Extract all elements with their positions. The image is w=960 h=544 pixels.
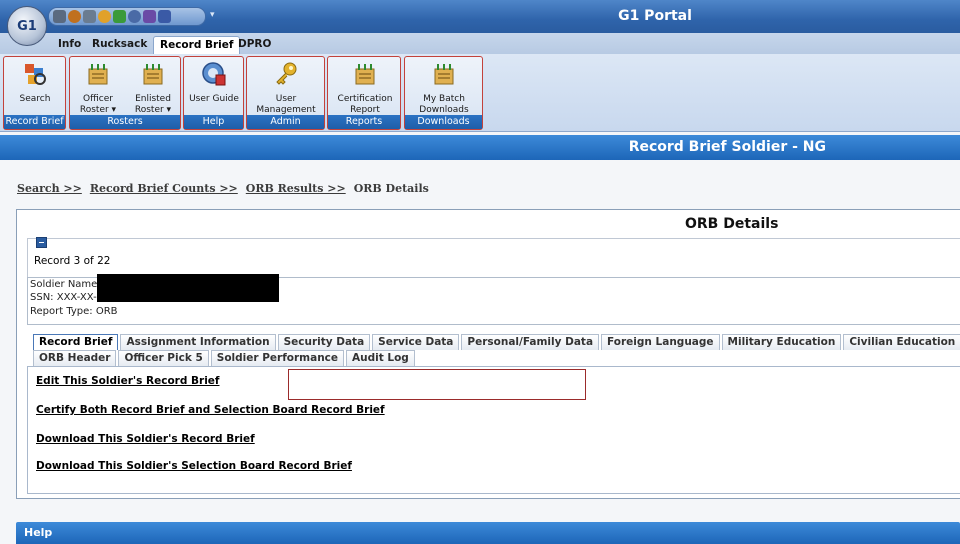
collapse-icon[interactable] [36, 237, 47, 248]
title-bar: ▾ G1 Portal [0, 0, 960, 33]
ribbon-group-rosters: Officer Roster ▾ Enlisted Roster ▾ Roste… [69, 56, 181, 130]
search-soldier-icon [25, 64, 46, 85]
report-type-label: Report Type: ORB [30, 306, 118, 317]
search-icon[interactable] [98, 10, 111, 23]
content-tab-row-2: ORB Header Officer Pick 5 Soldier Perfor… [33, 350, 417, 366]
certification-report-label: Certification Report [337, 94, 393, 115]
batch-icon[interactable] [158, 10, 171, 23]
print-icon[interactable] [53, 10, 66, 23]
tab-audit-log[interactable]: Audit Log [346, 350, 415, 366]
record-brief-tab-content: Edit This Soldier's Record Brief Certify… [27, 366, 960, 494]
key-icon [276, 62, 297, 85]
help-bar[interactable]: Help [16, 522, 960, 544]
certify-record-brief-link[interactable]: Certify Both Record Brief and Selection … [36, 404, 385, 416]
user-guide-button[interactable]: User Guide [186, 59, 242, 116]
breadcrumb-record-brief-counts-link[interactable]: Record Brief Counts >> [90, 182, 238, 195]
tab-record-brief-content[interactable]: Record Brief [33, 334, 119, 350]
ribbon-group-record-brief: Search Record Brief [3, 56, 66, 130]
breadcrumb-orb-results-link[interactable]: ORB Results >> [246, 182, 346, 195]
breadcrumb-current: ORB Details [353, 182, 429, 195]
help-label: Help [24, 526, 53, 539]
tab-orb-header[interactable]: ORB Header [33, 350, 117, 366]
group-label-admin: Admin [247, 115, 324, 129]
my-batch-downloads-button[interactable]: My Batch Downloads [407, 59, 481, 116]
tab-personal-family-data[interactable]: Personal/Family Data [461, 334, 600, 350]
download-selection-board-link[interactable]: Download This Soldier's Selection Board … [36, 460, 352, 472]
section-title: Record Brief Soldier - NG [628, 139, 826, 155]
group-label-record-brief: Record Brief [4, 115, 65, 129]
ribbon-group-help: User Guide Help [183, 56, 244, 130]
content-tabs: Record Brief Assignment Information Secu… [27, 334, 960, 494]
report-icon [355, 64, 375, 85]
user-guide-icon [202, 62, 226, 86]
tab-service-data[interactable]: Service Data [372, 334, 460, 350]
user-guide-label: User Guide [189, 94, 239, 104]
tab-military-education[interactable]: Military Education [721, 334, 842, 350]
app-logo: G1 [17, 18, 37, 34]
tab-dpro[interactable]: DPRO [232, 36, 277, 54]
tab-civilian-education[interactable]: Civilian Education [843, 334, 960, 350]
quick-access-toolbar [48, 7, 206, 26]
record-icon[interactable] [113, 10, 126, 23]
edit-highlight-box [288, 369, 586, 400]
officer-roster-button[interactable]: Officer Roster ▾ [72, 59, 124, 116]
roster-icon [143, 64, 163, 85]
breadcrumb: Search >> Record Brief Counts >> ORB Resul… [17, 182, 429, 195]
tab-info[interactable]: Info [52, 36, 87, 54]
user-management-label: User Management [256, 94, 316, 115]
app-orb-button[interactable]: G1 [7, 6, 47, 46]
ribbon-group-downloads: My Batch Downloads Downloads [404, 56, 483, 130]
form-icon[interactable] [143, 10, 156, 23]
edit-record-brief-link[interactable]: Edit This Soldier's Record Brief [36, 375, 219, 387]
tab-foreign-language[interactable]: Foreign Language [601, 334, 720, 350]
window-title: G1 Portal [618, 8, 692, 24]
group-label-reports: Reports [328, 115, 400, 129]
tab-record-brief[interactable]: Record Brief [153, 36, 241, 54]
soldier-name-label: Soldier Name [30, 279, 98, 290]
tab-rucksack[interactable]: Rucksack [86, 36, 153, 54]
record-count: Record 3 of 22 [34, 255, 111, 267]
tab-assignment-information[interactable]: Assignment Information [120, 334, 276, 350]
group-label-downloads: Downloads [405, 115, 482, 129]
officer-roster-label: Officer Roster ▾ [79, 94, 117, 115]
user-management-button[interactable]: User Management [249, 59, 323, 116]
panel-title: ORB Details [685, 216, 779, 232]
record-navigator-box [27, 238, 960, 279]
ribbon: Search Record Brief Officer Roster ▾ Enl… [0, 54, 960, 132]
download-icon [434, 64, 454, 85]
section-header-bar: Record Brief Soldier - NG [0, 135, 960, 160]
ribbon-group-admin: User Management Admin [246, 56, 325, 130]
soldier-info-box: Soldier Name SSN: XXX-XX- Report Type: O… [27, 274, 960, 325]
qat-dropdown-icon[interactable]: ▾ [210, 10, 215, 20]
tab-officer-pick-5[interactable]: Officer Pick 5 [118, 350, 209, 366]
tools-icon[interactable] [83, 10, 96, 23]
ribbon-group-reports: Certification Report Reports [327, 56, 401, 130]
clock-icon[interactable] [128, 10, 141, 23]
search-button[interactable]: Search [6, 59, 64, 116]
search-button-label: Search [19, 94, 51, 104]
ribbon-tab-row: Info Rucksack Record Brief DPRO [0, 33, 960, 54]
redaction-block [97, 274, 279, 302]
download-record-brief-link[interactable]: Download This Soldier's Record Brief [36, 433, 255, 445]
g1-portal-window: ▾ G1 Portal G1 Info Rucksack Record Brie… [0, 0, 960, 544]
certification-report-button[interactable]: Certification Report [330, 59, 400, 116]
globe-icon[interactable] [68, 10, 81, 23]
ssn-label: SSN: XXX-XX- [30, 292, 97, 303]
enlisted-roster-label: Enlisted Roster ▾ [134, 94, 172, 115]
orb-details-panel: ORB Details Record 3 of 22 Soldier Name … [16, 209, 960, 499]
group-label-help: Help [184, 115, 243, 129]
tab-security-data[interactable]: Security Data [277, 334, 371, 350]
roster-icon [88, 64, 108, 85]
tab-soldier-performance[interactable]: Soldier Performance [210, 350, 345, 366]
breadcrumb-search-link[interactable]: Search >> [17, 182, 82, 195]
enlisted-roster-button[interactable]: Enlisted Roster ▾ [126, 59, 180, 116]
my-batch-downloads-label: My Batch Downloads [419, 94, 469, 115]
content-tab-row-1: Record Brief Assignment Information Secu… [33, 334, 960, 350]
group-label-rosters: Rosters [70, 115, 180, 129]
